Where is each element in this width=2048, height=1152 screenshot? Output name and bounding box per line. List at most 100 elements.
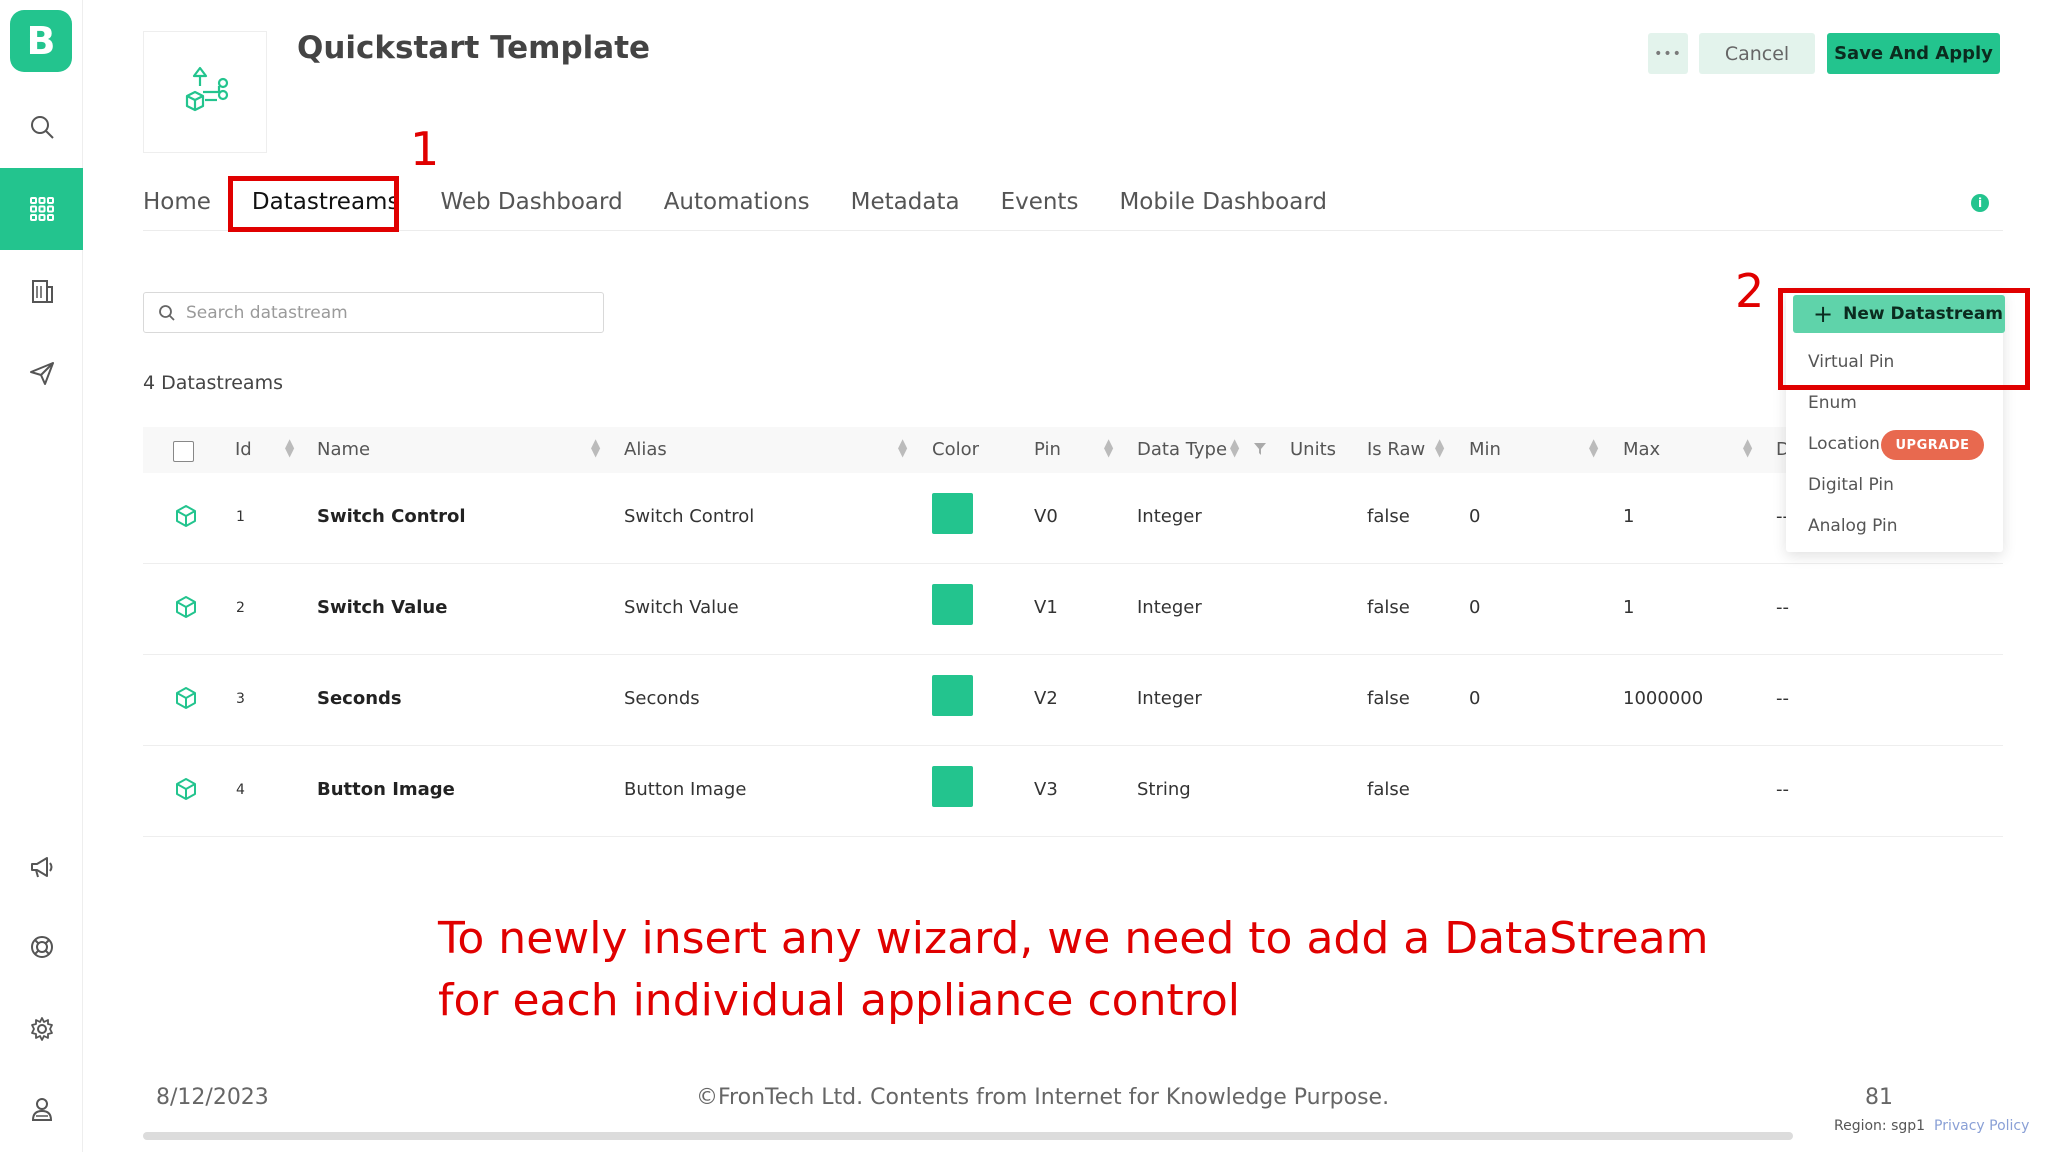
color-swatch bbox=[932, 584, 973, 625]
column-header-name[interactable]: Name bbox=[317, 439, 370, 460]
template-thumbnail[interactable] bbox=[143, 31, 267, 153]
table-row[interactable]: 2 Switch Value Switch Value V1 Integer f… bbox=[143, 564, 2003, 655]
sort-icon[interactable]: ▲ ▼ bbox=[285, 437, 294, 458]
tab-automations[interactable]: Automations bbox=[664, 180, 810, 230]
cell-is-raw: false bbox=[1367, 779, 1410, 800]
cell-alias: Switch Control bbox=[624, 506, 755, 527]
table-row[interactable]: 3 Seconds Seconds V2 Integer false 0 100… bbox=[143, 655, 2003, 746]
sort-icon[interactable]: ▲ ▼ bbox=[1743, 437, 1752, 458]
cell-id: 1 bbox=[236, 509, 245, 525]
cell-name[interactable]: Seconds bbox=[317, 688, 402, 709]
template-title: Quickstart Template bbox=[297, 30, 651, 66]
sort-icon[interactable]: ▲ ▼ bbox=[1435, 437, 1444, 458]
table-row[interactable]: 4 Button Image Button Image V3 String fa… bbox=[143, 746, 2003, 837]
column-header-is-raw[interactable]: Is Raw bbox=[1367, 439, 1425, 460]
cell-id: 4 bbox=[236, 782, 245, 798]
datastream-cube-icon bbox=[176, 596, 196, 618]
search-box[interactable] bbox=[143, 292, 604, 333]
profile-nav-button[interactable] bbox=[0, 1068, 83, 1150]
sort-icon[interactable]: ▲ ▼ bbox=[1589, 437, 1598, 458]
cell-is-raw: false bbox=[1367, 688, 1410, 709]
send-icon bbox=[29, 362, 54, 385]
menu-item-analog-pin[interactable]: Analog Pin bbox=[1808, 516, 1898, 536]
cell-pin: V2 bbox=[1034, 688, 1058, 709]
templates-nav-button[interactable] bbox=[0, 168, 83, 250]
datastream-cube-icon bbox=[176, 778, 196, 800]
sidebar: B bbox=[0, 0, 83, 1152]
cell-name[interactable]: Switch Control bbox=[317, 506, 466, 527]
cell-name[interactable]: Button Image bbox=[317, 779, 455, 800]
sort-icon[interactable]: ▲ ▼ bbox=[898, 437, 907, 458]
privacy-policy-link[interactable]: Privacy Policy bbox=[1934, 1118, 2029, 1134]
cell-alias: Seconds bbox=[624, 688, 700, 709]
highlight-box-new-datastream bbox=[1778, 288, 2030, 390]
cell-d: -- bbox=[1776, 779, 1789, 800]
column-header-id[interactable]: Id bbox=[235, 439, 252, 460]
cell-is-raw: false bbox=[1367, 506, 1410, 527]
column-header-data-type[interactable]: Data Type bbox=[1137, 439, 1227, 460]
menu-item-location[interactable]: Location bbox=[1808, 434, 1880, 454]
menu-item-digital-pin[interactable]: Digital Pin bbox=[1808, 475, 1894, 495]
info-icon[interactable]: i bbox=[1971, 194, 1989, 212]
megaphone-icon bbox=[30, 857, 52, 878]
organizations-nav-button[interactable] bbox=[0, 250, 83, 332]
cell-data-type: Integer bbox=[1137, 597, 1202, 618]
sort-icon[interactable]: ▲ ▼ bbox=[591, 437, 600, 458]
cell-name[interactable]: Switch Value bbox=[317, 597, 447, 618]
cell-data-type: Integer bbox=[1137, 506, 1202, 527]
app-logo[interactable]: B bbox=[10, 10, 72, 72]
table-row[interactable]: 1 Switch Control Switch Control V0 Integ… bbox=[143, 473, 2003, 564]
help-ring-icon bbox=[30, 936, 53, 958]
cell-alias: Switch Value bbox=[624, 597, 739, 618]
highlight-box-datastreams-tab bbox=[228, 176, 399, 232]
cell-d: -- bbox=[1776, 688, 1789, 709]
column-header-units: Units bbox=[1290, 439, 1337, 460]
sort-icon[interactable]: ▲ ▼ bbox=[1230, 437, 1239, 458]
region-label: Region: sgp1 bbox=[1834, 1118, 1926, 1134]
cell-max: 1000000 bbox=[1623, 688, 1704, 709]
column-header-pin[interactable]: Pin bbox=[1034, 439, 1061, 460]
cell-alias: Button Image bbox=[624, 779, 747, 800]
tab-home[interactable]: Home bbox=[143, 180, 211, 230]
cancel-button[interactable]: Cancel bbox=[1699, 33, 1815, 74]
column-header-min[interactable]: Min bbox=[1469, 439, 1501, 460]
filter-icon[interactable] bbox=[1253, 442, 1267, 456]
cell-data-type: String bbox=[1137, 779, 1191, 800]
save-and-apply-button[interactable]: Save And Apply bbox=[1827, 33, 2000, 74]
cell-max: 1 bbox=[1623, 597, 1635, 618]
upgrade-badge[interactable]: UPGRADE bbox=[1881, 430, 1984, 460]
search-input[interactable] bbox=[186, 302, 586, 323]
column-header-max[interactable]: Max bbox=[1623, 439, 1660, 460]
menu-item-enum[interactable]: Enum bbox=[1808, 393, 1857, 413]
tab-web-dashboard[interactable]: Web Dashboard bbox=[440, 180, 622, 230]
help-nav-button[interactable] bbox=[0, 906, 83, 988]
horizontal-scrollbar[interactable] bbox=[143, 1132, 1793, 1140]
search-nav-button[interactable] bbox=[0, 86, 83, 168]
settings-nav-button[interactable] bbox=[0, 988, 83, 1070]
user-icon bbox=[31, 1098, 52, 1121]
tab-events[interactable]: Events bbox=[1001, 180, 1079, 230]
color-swatch bbox=[932, 493, 973, 534]
color-swatch bbox=[932, 675, 973, 716]
sort-icon[interactable]: ▲ ▼ bbox=[1104, 437, 1113, 458]
tab-mobile-dashboard[interactable]: Mobile Dashboard bbox=[1119, 180, 1327, 230]
slide-copyright: ©FronTech Ltd. Contents from Internet fo… bbox=[696, 1085, 1390, 1110]
cell-min: 0 bbox=[1469, 688, 1481, 709]
caption-line-1: To newly insert any wizard, we need to a… bbox=[438, 913, 1709, 964]
cell-pin: V1 bbox=[1034, 597, 1058, 618]
cell-max: 1 bbox=[1623, 506, 1635, 527]
send-nav-button[interactable] bbox=[0, 332, 83, 414]
column-header-alias[interactable]: Alias bbox=[624, 439, 667, 460]
step-number-2: 2 bbox=[1735, 264, 1765, 318]
tab-metadata[interactable]: Metadata bbox=[851, 180, 960, 230]
search-icon bbox=[30, 116, 54, 139]
announcements-nav-button[interactable] bbox=[0, 826, 83, 908]
datastream-count: 4 Datastreams bbox=[143, 372, 283, 394]
cell-min: 0 bbox=[1469, 506, 1481, 527]
cell-d: -- bbox=[1776, 597, 1789, 618]
select-all-checkbox[interactable] bbox=[173, 441, 194, 462]
color-swatch bbox=[932, 766, 973, 807]
caption-line-2: for each individual appliance control bbox=[438, 975, 1240, 1026]
more-options-button[interactable]: ••• bbox=[1648, 33, 1688, 74]
cell-is-raw: false bbox=[1367, 597, 1410, 618]
